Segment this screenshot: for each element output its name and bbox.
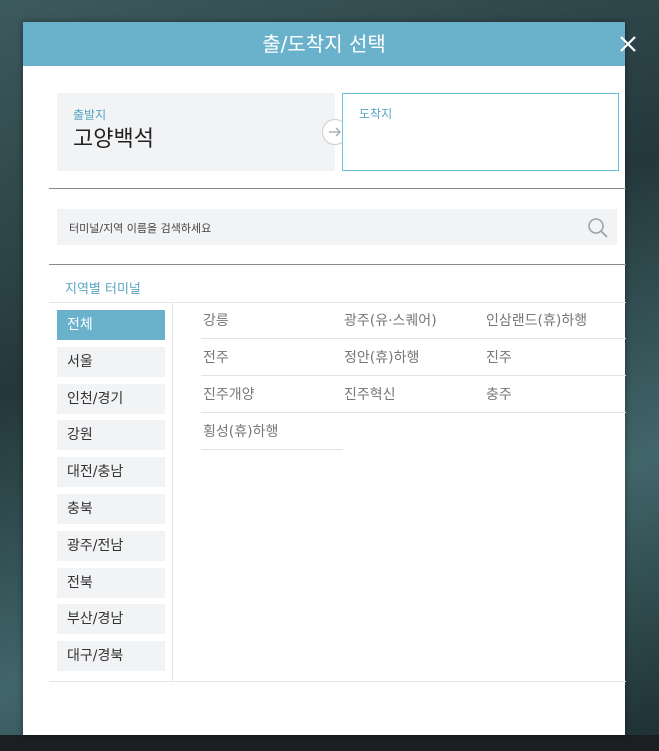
arrow-right-icon	[329, 127, 341, 137]
background-band	[0, 735, 659, 751]
divider	[172, 302, 173, 681]
modal-header: 출/도착지 선택	[23, 22, 636, 66]
region-item[interactable]: 광주/전남	[57, 530, 165, 561]
search-box	[57, 209, 617, 247]
region-item[interactable]: 인천/경기	[57, 383, 165, 414]
region-item[interactable]: 충북	[57, 494, 165, 524]
search-input[interactable]	[67, 209, 571, 247]
terminal-item[interactable]: 충주	[484, 377, 626, 413]
region-item[interactable]: 대구/경북	[57, 641, 165, 672]
divider	[49, 681, 626, 682]
region-item[interactable]: 전체	[57, 310, 165, 340]
divider	[49, 264, 626, 265]
close-icon	[620, 36, 636, 52]
divider	[49, 188, 626, 189]
modal-title: 출/도착지 선택	[262, 32, 386, 56]
region-item[interactable]: 전북	[57, 567, 165, 598]
departure-box[interactable]: 출발지 고양백석	[57, 93, 335, 171]
region-item[interactable]: 강원	[57, 420, 165, 451]
region-item[interactable]: 서울	[57, 346, 165, 377]
terminal-item[interactable]: 강릉	[201, 303, 343, 339]
section-title: 지역별 터미널	[65, 282, 141, 297]
terminal-item[interactable]: 진주개양	[201, 377, 343, 413]
arrival-box[interactable]: 도착지	[342, 93, 619, 171]
region-item[interactable]: 대전/충남	[57, 457, 165, 488]
terminal-item[interactable]: 진주	[484, 340, 626, 376]
close-button[interactable]	[617, 33, 639, 55]
search-icon[interactable]	[587, 217, 609, 239]
region-item[interactable]: 부산/경남	[57, 604, 165, 635]
terminal-item[interactable]: 진주혁신	[342, 377, 484, 413]
terminal-select-modal: 출/도착지 선택 출발지 고양백석 도착지 지역별 터미널 전체서울인천/경기강	[23, 22, 636, 735]
terminal-item[interactable]: 전주	[201, 340, 343, 376]
arrival-label: 도착지	[359, 107, 393, 121]
terminal-item[interactable]: 정안(휴)하행	[342, 340, 484, 376]
terminal-item[interactable]: 인삼랜드(휴)하행	[484, 303, 626, 339]
terminal-item[interactable]: 횡성(휴)하행	[201, 414, 343, 450]
terminal-item[interactable]: 광주(유·스퀘어)	[342, 303, 484, 339]
departure-value: 고양백석	[73, 127, 154, 152]
